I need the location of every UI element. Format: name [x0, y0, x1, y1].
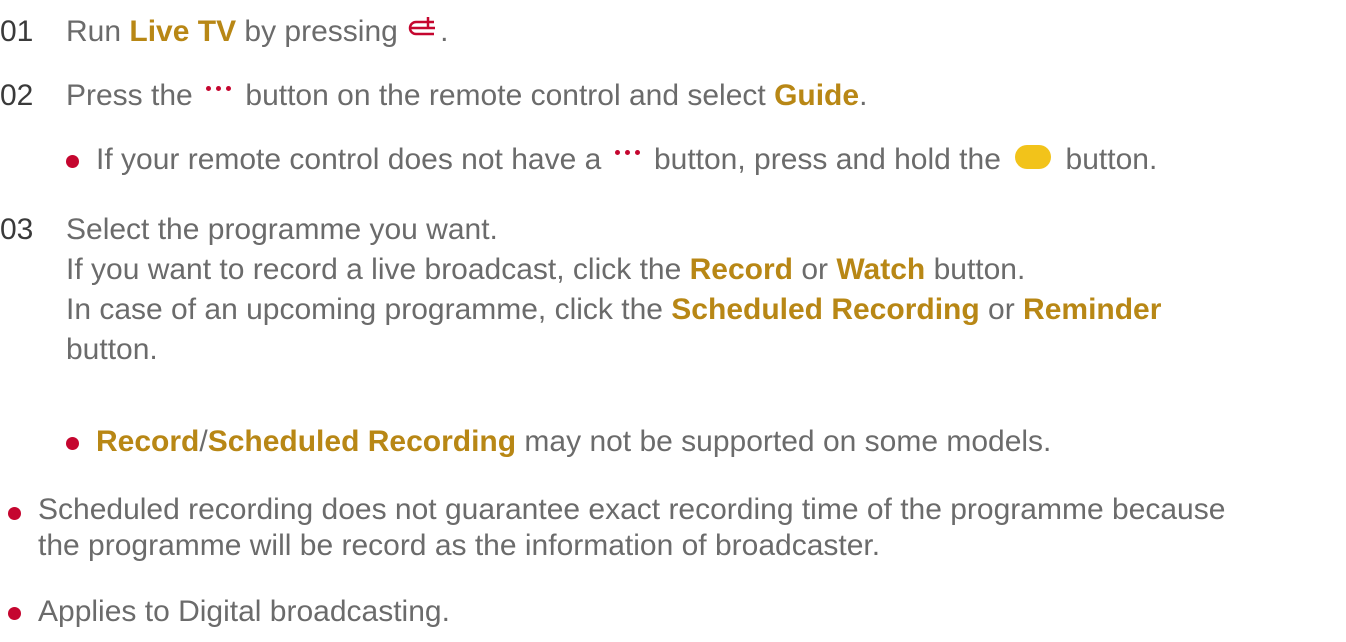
step-text: Press the button on the remote control a…: [66, 76, 867, 116]
step-line: button.: [66, 333, 158, 366]
more-dots-icon: [204, 83, 234, 95]
step-number: 03: [0, 213, 34, 246]
text-run: Press the: [66, 79, 202, 112]
footnote-text: Scheduled recording does not guarantee e…: [38, 492, 1225, 564]
text-run: button on the remote control and select: [237, 79, 775, 112]
scheduled-recording-label: Scheduled Recording: [207, 425, 517, 458]
yellow-button-icon: [1015, 145, 1052, 170]
step-number: 01: [0, 15, 34, 48]
footnote-line: Scheduled recording does not guarantee e…: [38, 493, 1226, 526]
text-run: If your remote control does not have a: [96, 143, 610, 176]
note-text: If your remote control does not have a b…: [96, 140, 1157, 180]
reminder-label: Reminder: [1023, 293, 1162, 326]
step-line: Select the programme you want.: [66, 213, 498, 246]
step-number: 02: [0, 79, 34, 112]
record-label: Record: [96, 425, 200, 458]
scheduled-recording-label: Scheduled Recording: [671, 293, 980, 326]
bullet-icon: [8, 607, 21, 620]
bullet-icon: [8, 507, 21, 520]
record-label: Record: [689, 253, 793, 286]
text-run: or: [979, 293, 1024, 326]
text-run: by pressing: [236, 15, 407, 48]
text-run: If you want to record a live broadcast, …: [66, 253, 690, 286]
bullet-icon: [66, 437, 79, 450]
footnote-text: Applies to Digital broadcasting.: [38, 595, 450, 628]
step-text: Run Live TV by pressing .: [66, 12, 449, 52]
live-tv-icon: [408, 17, 436, 36]
note-text: Record/Scheduled Recording may not be su…: [96, 422, 1051, 462]
guide-label: Guide: [774, 79, 860, 112]
text-run: or: [793, 253, 837, 286]
step-line: If you want to record a live broadcast, …: [66, 250, 1161, 290]
step-line: In case of an upcoming programme, click …: [66, 290, 1161, 330]
text-run: button.: [1057, 143, 1158, 176]
text-run: button, press and hold the: [645, 143, 1010, 176]
text-run: .: [859, 79, 868, 112]
text-run: may not be supported on some models.: [516, 425, 1052, 458]
footnote-line: the programme will be record as the info…: [38, 529, 881, 562]
text-run: /: [199, 425, 208, 458]
text-run: Run: [66, 15, 130, 48]
watch-label: Watch: [836, 253, 926, 286]
step-text: Select the programme you want. If you wa…: [66, 210, 1161, 370]
more-dots-icon: [613, 147, 643, 159]
text-run: In case of an upcoming programme, click …: [66, 293, 672, 326]
bullet-icon: [66, 155, 79, 168]
text-run: button.: [925, 253, 1026, 286]
text-run: .: [440, 15, 449, 48]
live-tv-label: Live TV: [129, 15, 237, 48]
